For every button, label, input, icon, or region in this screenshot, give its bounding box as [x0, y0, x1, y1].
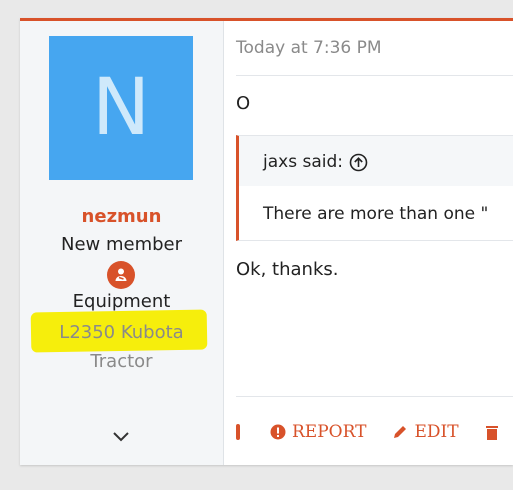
- member-badge-icon: [107, 261, 135, 289]
- divider: [236, 75, 513, 76]
- avatar-letter: N: [91, 63, 151, 153]
- divider: [236, 396, 513, 397]
- trash-icon: [485, 426, 498, 440]
- reply-text: Ok, thanks.: [236, 259, 339, 280]
- quote-block: jaxs said: There are more than one ": [236, 135, 513, 241]
- user-panel: N nezmun New member Equipment L2350 Kubo…: [20, 21, 224, 465]
- avatar[interactable]: N: [49, 36, 193, 180]
- message-text: O: [236, 93, 251, 114]
- arrow-up-circle-icon[interactable]: [349, 153, 368, 172]
- quote-header: jaxs said:: [239, 136, 513, 186]
- quote-author[interactable]: jaxs said:: [263, 152, 368, 172]
- quote-author-label: jaxs said:: [263, 152, 343, 172]
- pencil-icon: [394, 426, 407, 438]
- message-main: Today at 7:36 PM O jaxs said: There are …: [224, 21, 513, 465]
- post-date[interactable]: Today at 7:36 PM: [236, 38, 382, 58]
- message-post: N nezmun New member Equipment L2350 Kubo…: [20, 18, 513, 465]
- quote-text: There are more than one ": [263, 204, 489, 224]
- edit-button[interactable]: EDIT: [392, 422, 459, 442]
- warning-icon: [270, 424, 286, 440]
- edit-label: EDIT: [414, 422, 459, 442]
- equipment-value-line1: L2350 Kubota: [59, 322, 184, 343]
- user-title: New member: [60, 234, 183, 255]
- equipment-value-line2: Tractor: [90, 351, 153, 372]
- equipment-value: L2350 Kubota Tractor: [20, 318, 223, 376]
- report-label: REPORT: [292, 422, 367, 442]
- chevron-down-icon[interactable]: [110, 429, 132, 443]
- username-link[interactable]: nezmun: [20, 206, 223, 227]
- select-checkbox[interactable]: [236, 424, 240, 440]
- action-bar: REPORT EDIT: [236, 419, 513, 445]
- delete-button[interactable]: [485, 424, 499, 440]
- report-button[interactable]: REPORT: [270, 422, 366, 442]
